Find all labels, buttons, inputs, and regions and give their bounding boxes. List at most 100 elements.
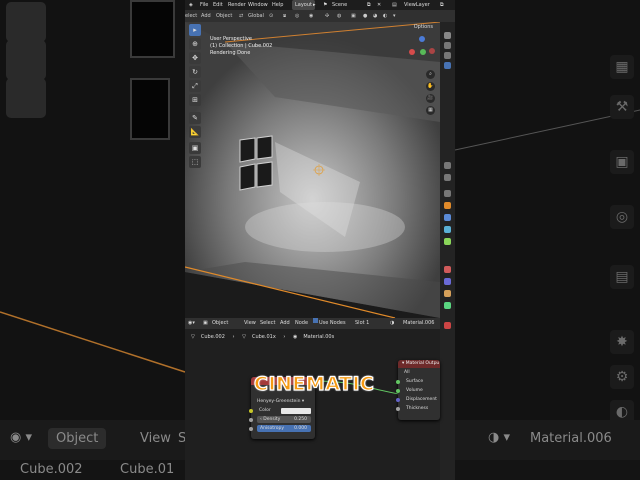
3d-viewport[interactable]: ▸ ⊕ ✥ ↻ ⤢ ⊞ ✎ 📐 ▣ ⬚ User Perspective (1)… bbox=[185, 22, 440, 318]
blender-panel: ◈ File Edit Render Window Help Layout ▸ … bbox=[185, 0, 455, 480]
top-menu-bar: ◈ File Edit Render Window Help Layout ▸ … bbox=[185, 0, 455, 10]
gizmo-toggle-icon[interactable]: ✣ bbox=[325, 10, 329, 22]
color-socket[interactable] bbox=[249, 408, 253, 413]
zoom-icon[interactable]: ⌕ bbox=[426, 70, 435, 79]
texture-tab-icon[interactable] bbox=[444, 302, 451, 309]
color-swatch[interactable] bbox=[281, 408, 311, 414]
volume-socket[interactable] bbox=[396, 388, 400, 393]
surface-socket[interactable] bbox=[396, 379, 400, 384]
material-tab-icon[interactable] bbox=[444, 266, 451, 273]
thickness-socket[interactable] bbox=[396, 406, 400, 411]
scene-copy-icon[interactable]: ⧉ bbox=[367, 0, 371, 10]
world-tab-icon[interactable] bbox=[444, 174, 451, 181]
output-tab-icon[interactable] bbox=[444, 52, 451, 59]
blender-logo-icon[interactable]: ◈ bbox=[189, 0, 193, 10]
color-row[interactable]: Color bbox=[249, 406, 315, 415]
constraints-tab-icon[interactable] bbox=[444, 278, 451, 285]
workspace-tabs-arrow-icon[interactable]: ▸ bbox=[313, 0, 316, 10]
density-slider[interactable]: ‹ Density 0.250 bbox=[257, 416, 311, 423]
gizmo-y-axis[interactable] bbox=[420, 49, 426, 55]
viewport-menu-object[interactable]: Object bbox=[216, 10, 232, 22]
scene-tab-icon[interactable] bbox=[444, 162, 451, 169]
tool-tab-icon[interactable] bbox=[444, 32, 451, 39]
anisotropy-socket[interactable] bbox=[249, 426, 253, 431]
node-menu-select[interactable]: Select bbox=[260, 318, 275, 329]
shading-options-icon[interactable]: ▾ bbox=[393, 10, 396, 22]
thickness-input[interactable]: Thickness bbox=[396, 404, 440, 413]
view-layer-selector[interactable]: ViewLayer bbox=[404, 0, 430, 10]
material-selector[interactable]: Material.006 bbox=[403, 318, 434, 329]
scale-tool-icon[interactable]: ⤢ bbox=[189, 80, 201, 92]
shading-rendered-icon[interactable]: ◐ bbox=[383, 10, 387, 22]
measure-tool-icon[interactable]: 📐 bbox=[189, 126, 201, 138]
modifier-tab-icon[interactable] bbox=[444, 214, 451, 221]
pan-hand-icon[interactable]: ✋ bbox=[426, 82, 435, 91]
annotate-tool-icon[interactable]: ✎ bbox=[189, 112, 201, 124]
transform-orientation-icon[interactable]: ⇄ bbox=[239, 10, 243, 22]
anisotropy-field[interactable]: Anisotropy 0.000 bbox=[249, 424, 315, 433]
transform-tool-icon[interactable]: ⊞ bbox=[189, 94, 201, 106]
rotate-tool-icon[interactable]: ↻ bbox=[189, 66, 201, 78]
menu-edit[interactable]: Edit bbox=[213, 0, 223, 10]
cube-transform-tool-icon[interactable]: ⬚ bbox=[189, 156, 201, 168]
visibility-icon[interactable]: ◉ bbox=[309, 10, 313, 22]
density-socket[interactable] bbox=[249, 417, 253, 422]
target-dropdown[interactable]: All bbox=[398, 368, 440, 377]
menu-help[interactable]: Help bbox=[272, 0, 283, 10]
transform-orientation-dropdown[interactable]: Global bbox=[248, 10, 264, 22]
color-label: Color bbox=[259, 408, 271, 413]
node-menu-view[interactable]: View bbox=[244, 318, 256, 329]
displacement-socket[interactable] bbox=[396, 397, 400, 402]
move-tool-icon[interactable]: ✥ bbox=[189, 52, 201, 64]
physics-tab-icon[interactable] bbox=[444, 238, 451, 245]
shader-tab-icon[interactable] bbox=[444, 322, 451, 329]
anisotropy-slider[interactable]: Anisotropy 0.000 bbox=[257, 425, 311, 432]
camera-view-icon[interactable]: 🎥 bbox=[426, 94, 435, 103]
viewport-menu-add[interactable]: Add bbox=[201, 10, 211, 22]
node-menu-node[interactable]: Node bbox=[295, 318, 308, 329]
shader-type-dropdown[interactable]: Object bbox=[212, 318, 228, 329]
scene-selector[interactable]: Scene bbox=[332, 0, 347, 10]
view-layer-copy-icon[interactable]: ⧉ bbox=[440, 0, 444, 10]
data-tab-icon[interactable] bbox=[444, 290, 451, 297]
collection-tab-icon[interactable] bbox=[444, 190, 451, 197]
gizmo-z-axis[interactable] bbox=[419, 36, 425, 42]
node-menu-add[interactable]: Add bbox=[280, 318, 290, 329]
menu-file[interactable]: File bbox=[200, 0, 208, 10]
proportional-edit-icon[interactable]: ◎ bbox=[295, 10, 299, 22]
editor-type-icon[interactable]: ◉▾ bbox=[188, 318, 195, 329]
density-field[interactable]: ‹ Density 0.250 bbox=[249, 415, 315, 424]
select-box-tool-icon[interactable]: ▸ bbox=[189, 24, 201, 36]
menu-render[interactable]: Render bbox=[228, 0, 246, 10]
slot-dropdown[interactable]: Slot 1 bbox=[355, 318, 369, 329]
phase-dropdown[interactable]: Henyey-Greenstein ▾ bbox=[251, 397, 315, 406]
particles-tab-icon[interactable] bbox=[444, 226, 451, 233]
options-button[interactable]: Options bbox=[414, 24, 433, 30]
overlay-toggle-icon[interactable]: ◍ bbox=[337, 10, 341, 22]
ortho-grid-icon[interactable]: ▦ bbox=[426, 106, 435, 115]
shading-solid-icon[interactable]: ● bbox=[363, 10, 367, 22]
render-tab-icon[interactable] bbox=[444, 42, 451, 49]
scene-close-icon[interactable]: ✕ bbox=[377, 0, 381, 10]
node-editor-canvas[interactable]: ▽ Cube.002 › ▽ Cube.01x › ◉ Material.00s He… bbox=[185, 329, 440, 480]
collapse-arrow-icon[interactable]: ▾ bbox=[402, 361, 404, 366]
material-output-node[interactable]: ▾ Material Outpu All Surface Volume Disp… bbox=[396, 360, 440, 420]
xray-icon[interactable]: ▣ bbox=[351, 10, 356, 22]
gizmo-neg-x-axis[interactable] bbox=[429, 48, 435, 54]
cursor-tool-icon[interactable]: ⊕ bbox=[189, 38, 201, 50]
pivot-point-icon[interactable]: ⊙ bbox=[269, 10, 273, 22]
snap-icon[interactable]: ⧈ bbox=[283, 10, 286, 22]
workspace-tab-layout[interactable]: Layout bbox=[292, 0, 315, 10]
viewport-menu-select[interactable]: elect bbox=[185, 10, 197, 22]
add-cube-tool-icon[interactable]: ▣ bbox=[189, 142, 201, 154]
view-layer-tab-icon[interactable] bbox=[444, 62, 451, 69]
volume-input[interactable]: Volume bbox=[396, 386, 440, 395]
navigation-gizmo[interactable] bbox=[407, 36, 437, 66]
shading-material-icon[interactable]: ◕ bbox=[373, 10, 377, 22]
menu-window[interactable]: Window bbox=[248, 0, 268, 10]
object-tab-icon[interactable] bbox=[444, 202, 451, 209]
displacement-input[interactable]: Displacement bbox=[396, 395, 440, 404]
material-output-header[interactable]: ▾ Material Outpu bbox=[398, 360, 440, 368]
surface-input[interactable]: Surface bbox=[396, 377, 440, 386]
gizmo-x-axis[interactable] bbox=[409, 49, 415, 55]
